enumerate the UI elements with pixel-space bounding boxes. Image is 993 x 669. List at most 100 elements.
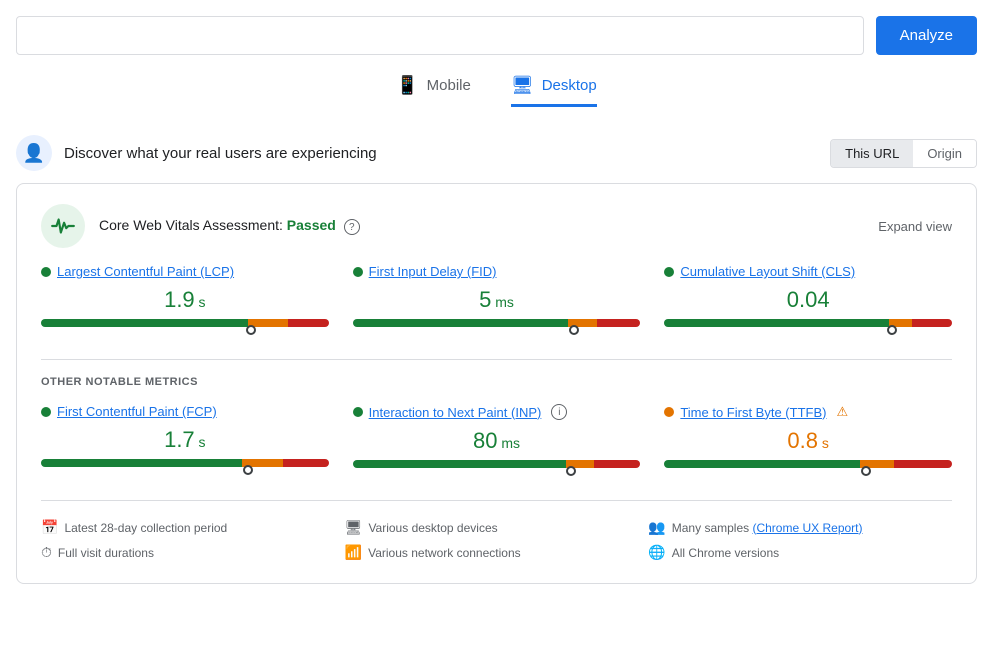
expand-view-link[interactable]: Expand view (878, 219, 952, 234)
metric-dot-fcp (41, 407, 51, 417)
footer-item-1: 🖥 Various desktop devices (345, 517, 649, 538)
metric-link-cls[interactable]: Cumulative Layout Shift (CLS) (680, 264, 855, 279)
footer-item-2: 👥 Many samples (Chrome UX Report) (648, 517, 952, 538)
metric-value-cls: 0.04 (664, 287, 952, 313)
metric-link-fcp[interactable]: First Contentful Paint (FCP) (57, 404, 217, 419)
url-input[interactable]: https://katalon.com/ (16, 16, 864, 55)
device-tabs: 📱 Mobile 🖥 Desktop (16, 75, 977, 107)
metric-value-fcp: 1.7 s (41, 427, 329, 453)
url-origin-toggle: This URL Origin (830, 139, 977, 168)
bar-needle-row-cls (664, 327, 952, 339)
cwv-metrics-grid: Largest Contentful Paint (LCP) 1.9 s Fir (41, 264, 952, 339)
heartbeat-icon (50, 213, 76, 239)
other-metrics-grid: First Contentful Paint (FCP) 1.7 s Inter (41, 404, 952, 480)
metric-info-icon[interactable]: i (551, 404, 567, 420)
footer-text-1: Various desktop devices (368, 521, 497, 535)
bar-green-lcp (41, 319, 248, 327)
metric-unit-fid: ms (491, 294, 514, 310)
tab-mobile[interactable]: 📱 Mobile (396, 75, 471, 107)
metric-lcp: Largest Contentful Paint (LCP) 1.9 s (41, 264, 329, 339)
metric-fid: First Input Delay (FID) 5 ms (353, 264, 641, 339)
footer-info: 📅 Latest 28-day collection period 🖥 Vari… (41, 500, 952, 563)
bar-needle-row-ttfb (664, 468, 952, 480)
this-url-button[interactable]: This URL (831, 140, 913, 167)
metric-link-lcp[interactable]: Largest Contentful Paint (LCP) (57, 264, 234, 279)
tab-desktop-label: Desktop (542, 77, 597, 94)
analyze-button[interactable]: Analyze (876, 16, 977, 55)
metric-unit-fcp: s (195, 434, 206, 450)
warning-icon: ⚠ (836, 404, 848, 420)
metric-ttfb: Time to First Byte (TTFB) ⚠ 0.8 s (664, 404, 952, 480)
metric-value-ttfb: 0.8 s (664, 428, 952, 454)
metric-dot-inp (353, 407, 363, 417)
metric-dot-ttfb (664, 407, 674, 417)
mobile-icon: 📱 (396, 75, 418, 96)
chrome-ux-link[interactable]: (Chrome UX Report) (752, 521, 862, 535)
desktop-icon: 🖥 (511, 75, 534, 96)
bar-green-fcp (41, 459, 242, 467)
cwv-header-left: Core Web Vitals Assessment: Passed ? (41, 204, 360, 248)
bar-needle-ttfb (861, 466, 871, 476)
discover-left: 👤 Discover what your real users are expe… (16, 135, 377, 171)
bar-green-cls (664, 319, 888, 327)
bar-track-ttfb (664, 460, 952, 468)
metric-link-inp[interactable]: Interaction to Next Paint (INP) (369, 405, 542, 420)
bar-red-cls (912, 319, 952, 327)
origin-button[interactable]: Origin (913, 140, 976, 167)
footer-text-3: Full visit durations (58, 546, 154, 560)
footer-icon-5: 🌐 (648, 544, 665, 561)
metric-label-ttfb: Time to First Byte (TTFB) ⚠ (664, 404, 952, 420)
cwv-icon (41, 204, 85, 248)
metric-fcp: First Contentful Paint (FCP) 1.7 s (41, 404, 329, 480)
bar-needle-lcp (246, 325, 256, 335)
discover-icon: 👤 (16, 135, 52, 171)
discover-banner: 👤 Discover what your real users are expe… (16, 127, 977, 183)
cwv-title-text: Core Web Vitals Assessment: Passed ? (99, 217, 360, 236)
bar-red-ttfb (894, 460, 952, 468)
metric-value-fid: 5 ms (353, 287, 641, 313)
bar-needle-row-fcp (41, 467, 329, 479)
bar-needle-fcp (243, 465, 253, 475)
footer-icon-2: 👥 (648, 519, 665, 536)
metric-label-inp: Interaction to Next Paint (INP) i (353, 404, 641, 420)
footer-item-4: 📶 Various network connections (345, 542, 649, 563)
metric-value-lcp: 1.9 s (41, 287, 329, 313)
footer-text-0: Latest 28-day collection period (64, 521, 227, 535)
cwv-status: Passed (287, 217, 336, 233)
footer-text-4: Various network connections (368, 546, 521, 560)
metric-link-ttfb[interactable]: Time to First Byte (TTFB) (680, 405, 826, 420)
metric-label-fid: First Input Delay (FID) (353, 264, 641, 279)
bar-red-inp (594, 460, 640, 468)
bar-track-inp (353, 460, 641, 468)
metric-dot-lcp (41, 267, 51, 277)
metric-bar-inp (353, 460, 641, 480)
metric-unit-lcp: s (195, 294, 206, 310)
metric-bar-lcp (41, 319, 329, 339)
cwv-info-icon[interactable]: ? (344, 219, 360, 235)
metric-unit-inp: ms (497, 435, 520, 451)
bar-needle-row-fid (353, 327, 641, 339)
bar-needle-row-inp (353, 468, 641, 480)
metric-dot-cls (664, 267, 674, 277)
metric-label-cls: Cumulative Layout Shift (CLS) (664, 264, 952, 279)
bar-green-ttfb (664, 460, 860, 468)
bar-track-fid (353, 319, 641, 327)
bar-red-fcp (283, 459, 329, 467)
bar-red-fid (597, 319, 640, 327)
tab-desktop[interactable]: 🖥 Desktop (511, 75, 597, 107)
metric-dot-fid (353, 267, 363, 277)
section-divider (41, 359, 952, 360)
metric-label-fcp: First Contentful Paint (FCP) (41, 404, 329, 419)
metric-link-fid[interactable]: First Input Delay (FID) (369, 264, 497, 279)
main-card: Core Web Vitals Assessment: Passed ? Exp… (16, 183, 977, 584)
footer-icon-1: 🖥 (345, 519, 363, 536)
metric-bar-fid (353, 319, 641, 339)
other-metrics-label: OTHER NOTABLE METRICS (41, 376, 952, 388)
bar-track-fcp (41, 459, 329, 467)
metric-bar-ttfb (664, 460, 952, 480)
metric-unit-ttfb: s (818, 435, 829, 451)
footer-icon-3: ⏱ (41, 544, 52, 561)
metric-cls: Cumulative Layout Shift (CLS) 0.04 (664, 264, 952, 339)
metric-label-lcp: Largest Contentful Paint (LCP) (41, 264, 329, 279)
bar-track-lcp (41, 319, 329, 327)
